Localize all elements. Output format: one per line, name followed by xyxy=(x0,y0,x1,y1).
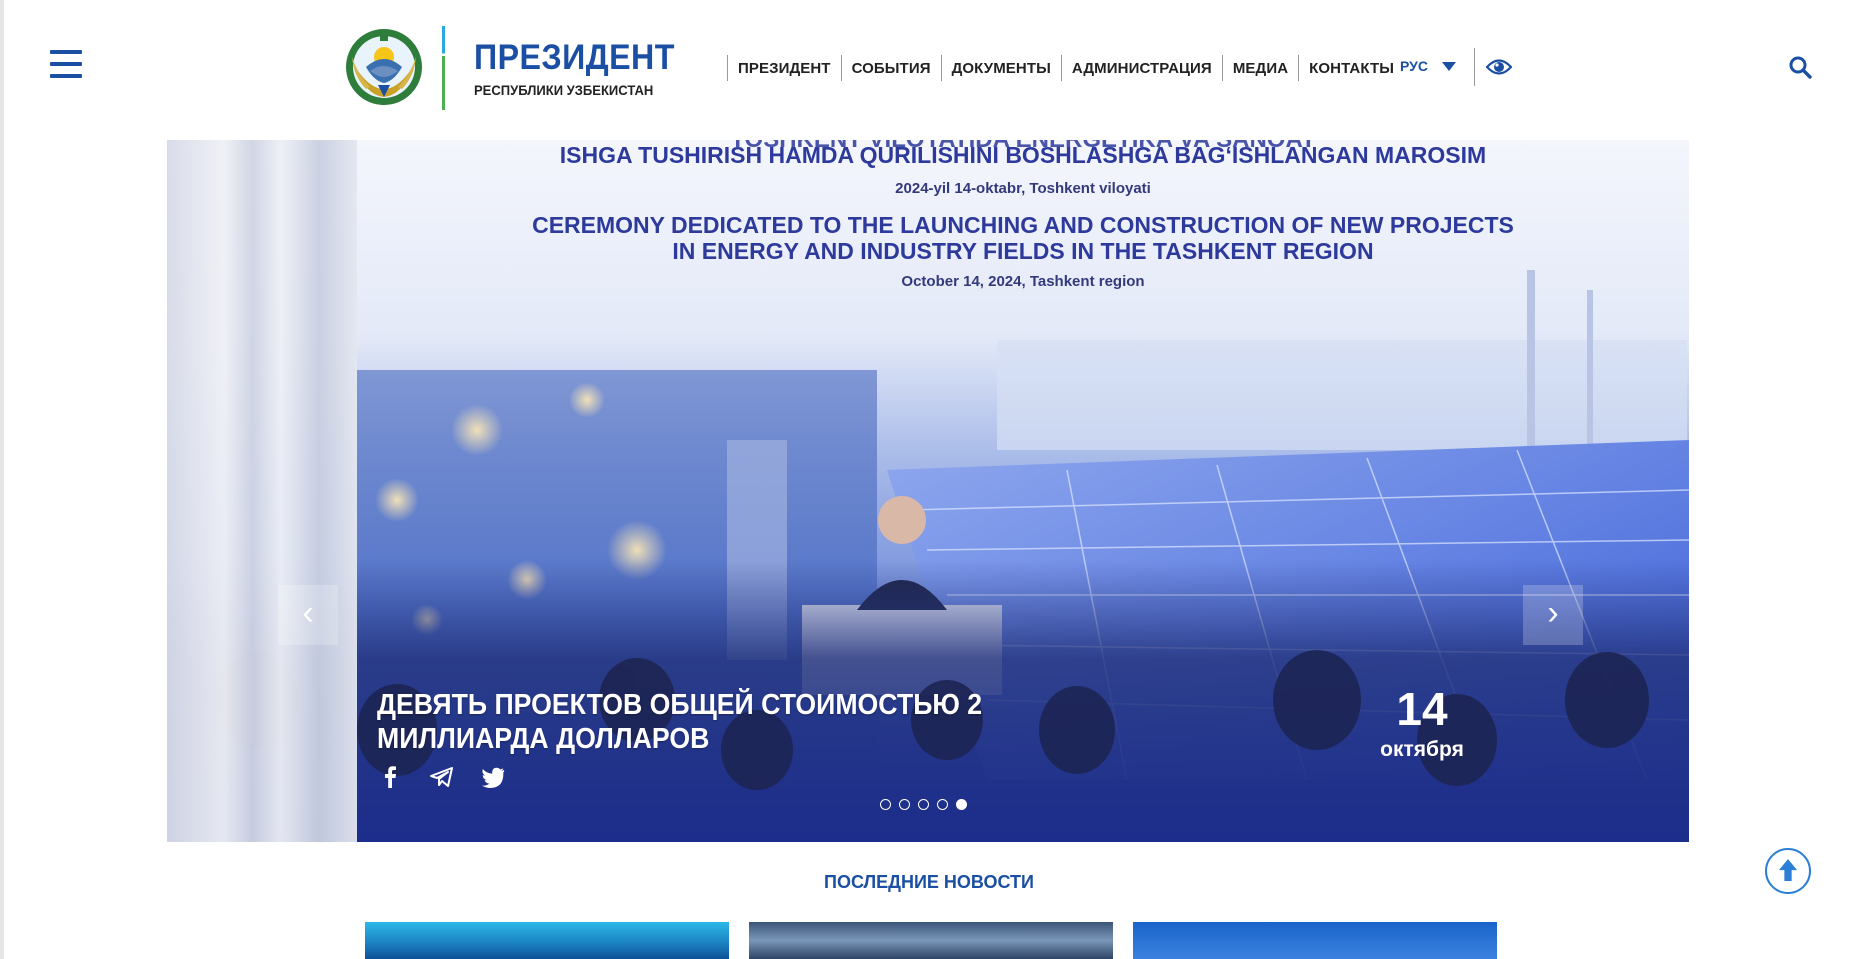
banner-line: ISHGA TUSHIRISH HAMDA QURILISHINI BOSHLA… xyxy=(559,142,1487,168)
search-icon[interactable] xyxy=(1788,55,1812,79)
eye-icon[interactable] xyxy=(1486,56,1512,78)
news-card-image[interactable] xyxy=(365,922,729,959)
hero-title[interactable]: ДЕВЯТЬ ПРОЕКТОВ ОБЩЕЙ СТОИМОСТЬЮ 2 МИЛЛИ… xyxy=(377,688,1131,756)
nav-item-documents[interactable]: ДОКУМЕНТЫ xyxy=(942,60,1061,77)
banner-line: IN ENERGY AND INDUSTRY FIELDS IN THE TAS… xyxy=(672,238,1374,264)
language-selector[interactable]: РУС xyxy=(1400,58,1456,74)
telegram-icon[interactable] xyxy=(429,764,455,790)
language-label: РУС xyxy=(1400,58,1428,74)
facebook-icon[interactable] xyxy=(378,764,404,790)
banner-line: CEREMONY DEDICATED TO THE LAUNCHING AND … xyxy=(532,212,1514,238)
nav-item-contacts[interactable]: КОНТАКТЫ xyxy=(1299,60,1404,77)
hero-date-day: 14 xyxy=(1396,683,1448,735)
slider-prev-button[interactable]: ‹ xyxy=(278,585,338,645)
banner-line: 2024-yil 14-oktabr, Toshkent viloyati xyxy=(895,180,1151,197)
logo-divider xyxy=(442,26,445,110)
news-card-image[interactable] xyxy=(1133,922,1497,959)
logo-title[interactable]: ПРЕЗИДЕНТ xyxy=(474,38,675,78)
twitter-icon[interactable] xyxy=(480,764,506,790)
slider-dot[interactable] xyxy=(937,799,948,810)
news-card-image[interactable] xyxy=(749,922,1113,959)
slider-next-button[interactable]: › xyxy=(1523,585,1583,645)
section-title-latest-news: ПОСЛЕДНИЕ НОВОСТИ xyxy=(824,872,1034,892)
slider-dot[interactable] xyxy=(918,799,929,810)
slider-dot[interactable] xyxy=(880,799,891,810)
curtain-decoration xyxy=(167,140,357,842)
caret-down-icon xyxy=(1441,61,1456,71)
state-emblem-logo[interactable] xyxy=(344,27,424,107)
slider-dot[interactable] xyxy=(956,799,967,810)
hero-slider[interactable]: TOSHKENT VILOYATIDA ENERGETIKA VA SANOAT… xyxy=(167,140,1689,842)
nav-item-president[interactable]: ПРЕЗИДЕНТ xyxy=(728,60,841,77)
main-nav: ПРЕЗИДЕНТ СОБЫТИЯ ДОКУМЕНТЫ АДМИНИСТРАЦИ… xyxy=(727,55,1404,81)
page-edge xyxy=(0,0,4,959)
scroll-to-top-button[interactable] xyxy=(1765,848,1811,894)
slider-dot[interactable] xyxy=(899,799,910,810)
hamburger-menu-icon[interactable] xyxy=(50,48,82,80)
nav-item-events[interactable]: СОБЫТИЯ xyxy=(842,60,941,77)
logo-subtitle: РЕСПУБЛИКИ УЗБЕКИСТАН xyxy=(474,82,654,98)
nav-item-media[interactable]: МЕДИА xyxy=(1223,60,1298,77)
banner-line: October 14, 2024, Tashkent region xyxy=(901,273,1145,290)
slider-pagination xyxy=(880,799,975,810)
header-separator xyxy=(1474,48,1475,86)
hero-date-month: октября xyxy=(1380,738,1464,761)
nav-item-administration[interactable]: АДМИНИСТРАЦИЯ xyxy=(1062,60,1222,77)
